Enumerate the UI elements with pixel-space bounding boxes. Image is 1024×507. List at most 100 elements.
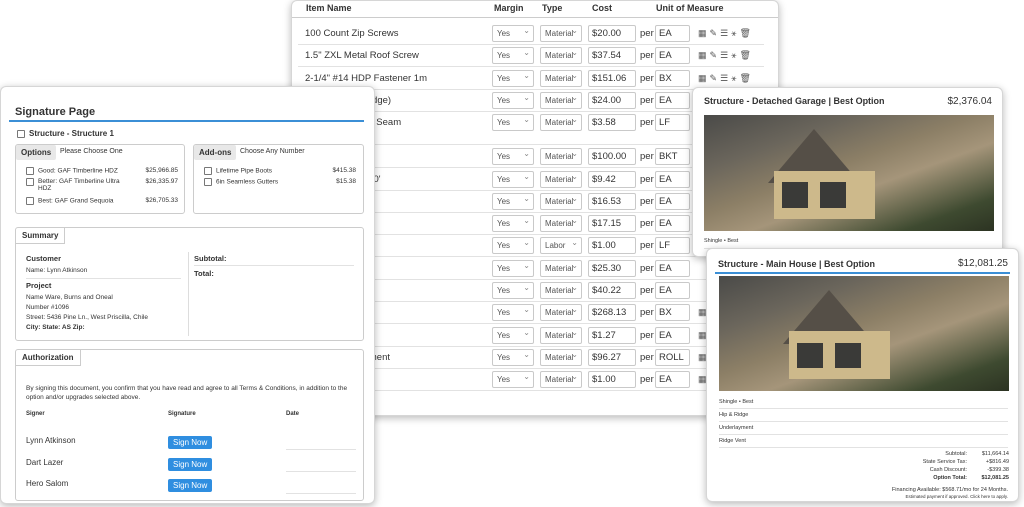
edit-icon[interactable]: ✎ <box>710 73 718 83</box>
tab-authorization[interactable]: Authorization <box>16 350 81 366</box>
trash-icon[interactable]: 🗑 <box>740 73 751 83</box>
structure-checkbox[interactable] <box>17 129 25 138</box>
option-better[interactable]: Better: GAF Timberline Ultra HDZ $26,335.… <box>26 178 178 192</box>
type-select[interactable]: Material <box>540 25 582 42</box>
unit-input[interactable]: ROLL <box>655 349 690 366</box>
addon-pipe-boots[interactable]: Lifetime Pipe Boots $415.38 <box>204 167 356 175</box>
cost-input[interactable]: $24.00 <box>588 92 636 109</box>
cost-input[interactable]: $20.00 <box>588 25 636 42</box>
type-select[interactable]: Material <box>540 349 582 366</box>
cost-input[interactable]: $25.30 <box>588 260 636 277</box>
cost-input[interactable]: $1.27 <box>588 327 636 344</box>
unit-input[interactable]: EA <box>655 371 690 388</box>
cost-input[interactable]: $40.22 <box>588 282 636 299</box>
addon-gutters[interactable]: 6in Seamless Gutters $15.38 <box>204 178 356 186</box>
edit-icon[interactable]: ✎ <box>710 28 718 38</box>
type-select[interactable]: Material <box>540 114 582 131</box>
trash-icon[interactable]: 🗑 <box>740 50 751 60</box>
margin-select[interactable]: Yes <box>492 237 534 254</box>
cost-input[interactable]: $1.00 <box>588 371 636 388</box>
cost-input[interactable]: $17.15 <box>588 215 636 232</box>
type-select[interactable]: Material <box>540 371 582 388</box>
calculator-icon[interactable]: ▦ <box>698 50 707 60</box>
type-select[interactable]: Material <box>540 215 582 232</box>
unit-input[interactable]: EA <box>655 193 690 210</box>
unit-input[interactable]: EA <box>655 171 690 188</box>
unit-input[interactable]: EA <box>655 215 690 232</box>
date-field[interactable] <box>286 493 356 494</box>
type-select[interactable]: Material <box>540 260 582 277</box>
sign-now-button[interactable]: Sign Now <box>168 436 213 449</box>
unlink-icon[interactable]: ⚹ <box>731 50 736 60</box>
unit-input[interactable]: BX <box>655 304 690 321</box>
item-name[interactable]: 100 Count Zip Screws <box>305 28 398 39</box>
option-good[interactable]: Good: GAF Timberline HDZ $25,966.85 <box>26 167 178 175</box>
margin-select[interactable]: Yes <box>492 371 534 388</box>
cost-input[interactable]: $268.13 <box>588 304 636 321</box>
item-name[interactable]: 2-1/4" #14 HDP Fastener 1m <box>305 73 427 84</box>
cost-input[interactable]: $9.42 <box>588 171 636 188</box>
margin-select[interactable]: Yes <box>492 304 534 321</box>
cost-input[interactable]: $3.58 <box>588 114 636 131</box>
tab-summary[interactable]: Summary <box>16 228 66 244</box>
type-select[interactable]: Material <box>540 70 582 87</box>
margin-select[interactable]: Yes <box>492 260 534 277</box>
sign-now-button[interactable]: Sign Now <box>168 458 213 471</box>
margin-select[interactable]: Yes <box>492 193 534 210</box>
sign-now-button[interactable]: Sign Now <box>168 479 213 492</box>
unit-input[interactable]: LF <box>655 237 690 254</box>
type-select[interactable]: Material <box>540 92 582 109</box>
cost-input[interactable]: $100.00 <box>588 148 636 165</box>
unit-input[interactable]: BKT <box>655 148 690 165</box>
unlink-icon[interactable]: ⚹ <box>731 73 736 83</box>
unit-input[interactable]: EA <box>655 92 690 109</box>
type-select[interactable]: Material <box>540 282 582 299</box>
tab-options[interactable]: Options <box>16 145 57 160</box>
unit-input[interactable]: LF <box>655 114 690 131</box>
unit-input[interactable]: BX <box>655 70 690 87</box>
margin-select[interactable]: Yes <box>492 47 534 64</box>
margin-select[interactable]: Yes <box>492 25 534 42</box>
unit-input[interactable]: EA <box>655 47 690 64</box>
edit-icon[interactable]: ✎ <box>710 50 718 60</box>
type-select[interactable]: Material <box>540 327 582 344</box>
margin-select[interactable]: Yes <box>492 282 534 299</box>
unit-input[interactable]: EA <box>655 25 690 42</box>
margin-select[interactable]: Yes <box>492 349 534 366</box>
margin-select[interactable]: Yes <box>492 327 534 344</box>
item-name[interactable]: 1.5" ZXL Metal Roof Screw <box>305 50 419 61</box>
date-field[interactable] <box>286 471 356 472</box>
structure-checkbox-row[interactable]: Structure - Structure 1 <box>17 129 114 138</box>
margin-select[interactable]: Yes <box>492 148 534 165</box>
type-select[interactable]: Material <box>540 304 582 321</box>
financing-link[interactable]: Estimated payment if approved. Click her… <box>906 494 1008 499</box>
date-field[interactable] <box>286 449 356 450</box>
tab-addons[interactable]: Add-ons <box>194 145 237 160</box>
list-icon[interactable]: ☰ <box>720 50 728 60</box>
margin-select[interactable]: Yes <box>492 114 534 131</box>
margin-select[interactable]: Yes <box>492 171 534 188</box>
cost-input[interactable]: $96.27 <box>588 349 636 366</box>
type-select[interactable]: Material <box>540 193 582 210</box>
calculator-icon[interactable]: ▦ <box>698 73 707 83</box>
list-icon[interactable]: ☰ <box>720 73 728 83</box>
calculator-icon[interactable]: ▦ <box>698 28 707 38</box>
unit-input[interactable]: EA <box>655 260 690 277</box>
unlink-icon[interactable]: ⚹ <box>731 28 736 38</box>
margin-select[interactable]: Yes <box>492 70 534 87</box>
cost-input[interactable]: $16.53 <box>588 193 636 210</box>
list-icon[interactable]: ☰ <box>720 28 728 38</box>
cost-input[interactable]: $1.00 <box>588 237 636 254</box>
option-best[interactable]: Best: GAF Grand Sequoia $26,705.33 <box>26 197 178 205</box>
margin-select[interactable]: Yes <box>492 215 534 232</box>
type-select[interactable]: Material <box>540 171 582 188</box>
cost-input[interactable]: $151.06 <box>588 70 636 87</box>
cost-input[interactable]: $37.54 <box>588 47 636 64</box>
unit-input[interactable]: EA <box>655 327 690 344</box>
trash-icon[interactable]: 🗑 <box>740 28 751 38</box>
margin-select[interactable]: Yes <box>492 92 534 109</box>
type-select[interactable]: Labor <box>540 237 582 254</box>
unit-input[interactable]: EA <box>655 282 690 299</box>
type-select[interactable]: Material <box>540 148 582 165</box>
type-select[interactable]: Material <box>540 47 582 64</box>
